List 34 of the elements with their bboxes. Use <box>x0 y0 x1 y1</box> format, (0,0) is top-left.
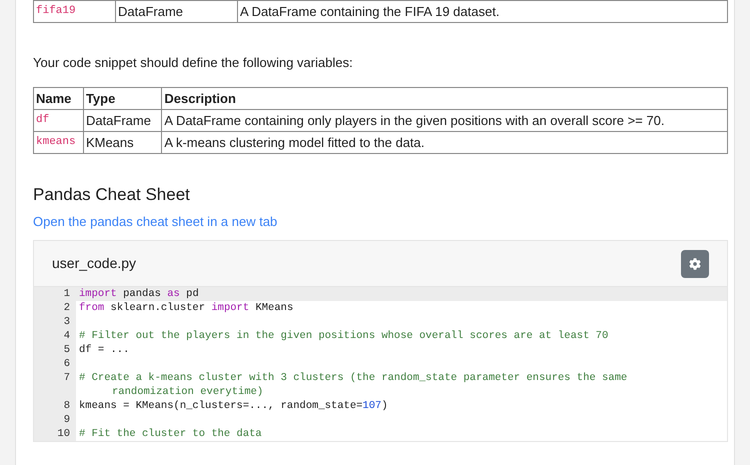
table-cell: DataFrame <box>83 109 162 131</box>
table-cell: kmeans <box>34 131 84 153</box>
line-number: 7 <box>34 371 76 399</box>
intro-text: Your code snippet should define the following variables: <box>33 54 354 72</box>
settings-button[interactable] <box>681 250 709 278</box>
code-line: # Fit the cluster to the data <box>78 427 263 441</box>
line-number: 9 <box>34 413 76 427</box>
table-cell: A DataFrame containing the FIFA 19 dataset. <box>238 0 728 22</box>
settings-icon <box>689 258 701 270</box>
code-line: # Create a k-means cluster with 3 clusters (the random_state parameter ensures the same randomization everytime) <box>78 371 628 399</box>
table-cell: KMeans <box>83 131 162 153</box>
section-heading: Pandas Cheat Sheet <box>33 184 191 206</box>
code-line: # Filter out the players in the given positions whose overall scores are at least 70 <box>78 329 610 343</box>
table-cell: fifa19 <box>34 0 116 22</box>
file-name: user_code.py <box>52 254 136 273</box>
line-number: 4 <box>34 329 76 343</box>
code-line: from sklearn.cluster import KMeans <box>78 301 294 315</box>
cheat-sheet-link[interactable]: Open the pandas cheat sheet in a new tab <box>33 212 278 231</box>
line-number: 8 <box>34 399 76 413</box>
line-number: 5 <box>34 343 76 357</box>
table-cell: DataFrame <box>116 0 238 22</box>
table-cell: A DataFrame containing only players in the given positions with an overall score >= 70. <box>162 109 728 131</box>
column-header: Type <box>83 87 162 109</box>
column-header: Name <box>34 87 84 109</box>
table-cell: df <box>34 109 84 131</box>
code-line: import pandas as pd <box>78 287 200 301</box>
line-number: 6 <box>34 357 76 371</box>
column-header: Description <box>162 87 728 109</box>
table-cell: A k-means clustering model fitted to the data. <box>162 131 728 153</box>
code-line: kmeans = KMeans(n_clusters=..., random_state=107) <box>78 399 389 413</box>
line-number: 10 <box>34 427 76 441</box>
line-number: 2 <box>34 301 76 315</box>
line-number: 3 <box>34 315 76 329</box>
code-line: df = ... <box>78 343 130 357</box>
